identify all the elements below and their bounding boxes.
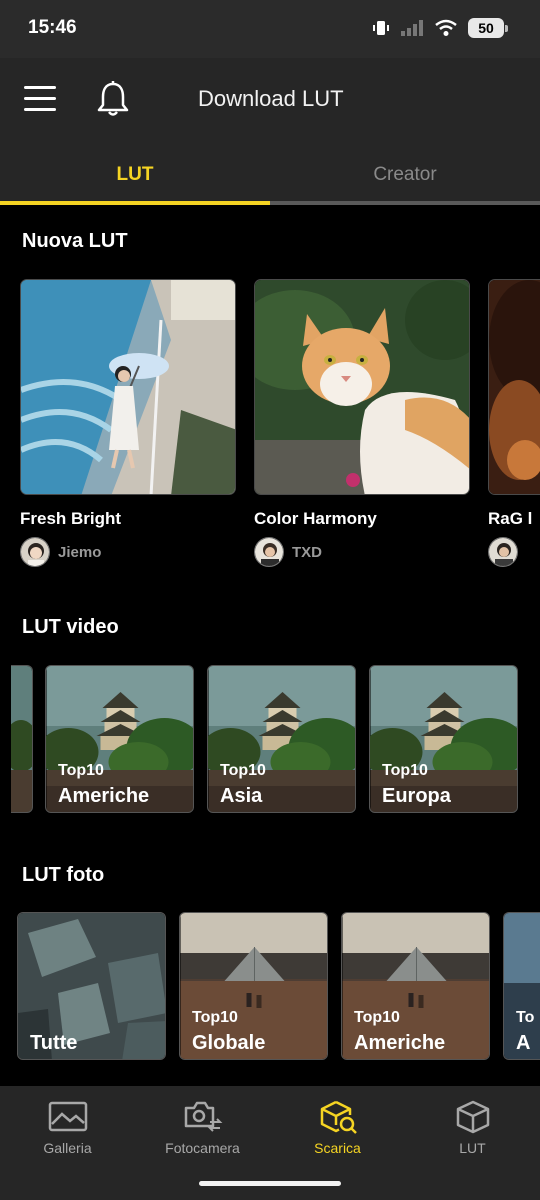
nav-label: LUT <box>459 1140 486 1156</box>
photo-tile-title: Americhe <box>354 1032 446 1054</box>
status-time: 15:46 <box>28 17 77 38</box>
lut-thumbnail-image <box>255 280 469 494</box>
avatar[interactable] <box>254 537 284 567</box>
lut-card-name: Fresh Bright <box>20 509 122 528</box>
video-tile-asia[interactable]: Top10 Asia <box>207 665 356 813</box>
tab-creator[interactable]: Creator <box>270 164 540 186</box>
page-title: Download LUT <box>198 86 344 111</box>
download-search-icon <box>320 1100 357 1134</box>
lut-thumbnail-image <box>489 280 540 494</box>
bottom-navigation: Galleria Fotocamera Scarica LUT <box>0 1086 540 1170</box>
video-tile-subtitle: Top10 <box>382 762 428 779</box>
author-avatar-image <box>489 538 517 566</box>
notifications-button[interactable] <box>96 80 130 118</box>
status-bar: 15:46 50 <box>0 0 540 58</box>
photo-tile-globale[interactable]: Top10 Globale <box>179 912 328 1060</box>
tab-bar: LUT Creator <box>0 140 540 205</box>
photo-tile-title: Globale <box>192 1032 266 1054</box>
section-title-lut-video: LUT video <box>22 616 119 638</box>
lut-card-fresh-bright[interactable] <box>20 279 236 495</box>
video-tile-image <box>11 666 32 812</box>
lut-thumbnail-image <box>21 280 235 494</box>
section-title-lut-foto: LUT foto <box>22 864 105 886</box>
video-tile-subtitle: Top10 <box>58 762 104 779</box>
photo-tile-title: A <box>516 1032 531 1054</box>
battery-level: 50 <box>478 20 494 36</box>
signal-icon <box>401 20 423 36</box>
vibrate-icon <box>373 21 389 35</box>
author-avatar-image <box>21 538 49 566</box>
battery-indicator: 50 <box>468 18 508 38</box>
home-indicator[interactable] <box>199 1181 341 1186</box>
nav-item-scarica[interactable]: Scarica <box>270 1086 405 1170</box>
lut-card-name: Color Harmony <box>254 509 377 528</box>
lut-card-author[interactable]: Jiemo <box>58 544 101 561</box>
photo-tile-subtitle: Top10 <box>192 1009 238 1026</box>
tab-active-indicator <box>0 201 270 205</box>
avatar[interactable] <box>488 537 518 567</box>
hamburger-icon <box>24 86 56 111</box>
status-icons: 50 <box>372 18 508 38</box>
video-tile-title: Asia <box>220 785 263 807</box>
camera-switch-icon <box>184 1101 222 1132</box>
video-tile-title: Americhe <box>58 785 150 807</box>
photo-tile-title: Tutte <box>30 1032 78 1054</box>
video-tile-partial[interactable] <box>11 665 33 813</box>
nav-item-galleria[interactable]: Galleria <box>0 1086 135 1170</box>
cube-icon <box>456 1100 489 1134</box>
gallery-icon <box>48 1101 87 1132</box>
photo-tile-subtitle: Top10 <box>354 1009 400 1026</box>
video-tile-title: Europa <box>382 785 451 807</box>
nav-item-fotocamera[interactable]: Fotocamera <box>135 1086 270 1170</box>
nav-label: Scarica <box>314 1140 361 1156</box>
nav-item-lut[interactable]: LUT <box>405 1086 540 1170</box>
photo-tile-subtitle: To <box>516 1009 535 1026</box>
lut-card-author[interactable]: TXD <box>292 544 322 561</box>
photo-tile-americhe[interactable]: Top10 Americhe <box>341 912 490 1060</box>
nav-label: Fotocamera <box>165 1140 240 1156</box>
nav-label: Galleria <box>43 1140 92 1156</box>
wifi-icon <box>435 19 457 36</box>
lut-card-name: RaG l <box>488 509 533 528</box>
photo-tile-partial[interactable]: To A <box>503 912 540 1060</box>
avatar[interactable] <box>20 537 50 567</box>
video-tile-subtitle: Top10 <box>220 762 266 779</box>
video-tile-americhe[interactable]: Top10 Americhe <box>45 665 194 813</box>
home-indicator-area <box>0 1170 540 1200</box>
video-tile-europa[interactable]: Top10 Europa <box>369 665 518 813</box>
lut-card-rag[interactable] <box>488 279 540 495</box>
app-header: Download LUT <box>0 58 540 140</box>
photo-tile-tutte[interactable]: Tutte <box>17 912 166 1060</box>
bell-icon <box>97 81 129 116</box>
author-avatar-image <box>255 538 283 566</box>
tab-lut[interactable]: LUT <box>0 164 270 186</box>
lut-card-color-harmony[interactable] <box>254 279 470 495</box>
section-title-new-lut: Nuova LUT <box>22 230 128 252</box>
menu-button[interactable] <box>22 82 58 116</box>
